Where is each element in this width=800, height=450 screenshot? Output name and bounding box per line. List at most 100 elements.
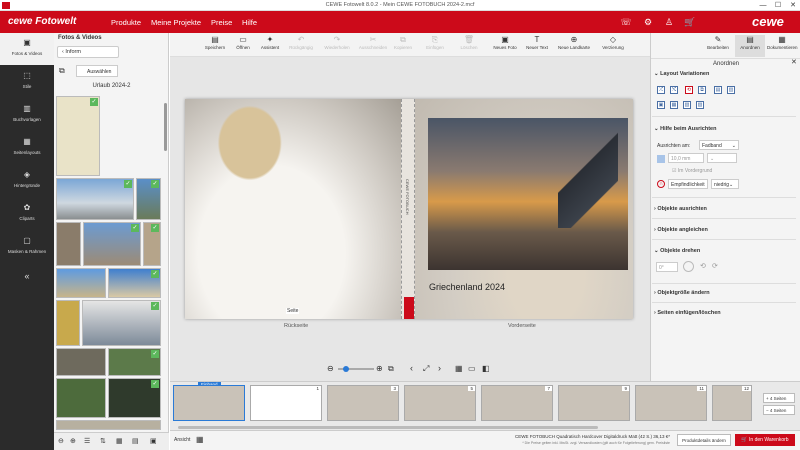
page-thumb[interactable]: 12 [712,385,752,421]
assistant-button[interactable]: ✦ Assistent [255,35,285,50]
ruler-icon[interactable]: ▭ [468,364,476,373]
back-cover-photo[interactable] [185,99,401,319]
photo-thumb[interactable]: ✓ [56,178,134,220]
gear-icon[interactable]: ⚙ [642,16,654,28]
photo-thumb[interactable] [56,300,80,346]
page-thumb[interactable]: 1 [250,385,322,421]
swap-icon[interactable]: ⤭ [670,86,678,94]
menu-produkte[interactable]: Produkte [111,18,141,27]
page-thumb-cover[interactable] [173,385,245,421]
sidebar-item-masks[interactable]: ▢ Masken & Rahmen [0,231,54,263]
sort-icon[interactable]: ⇅ [100,437,106,445]
margin-unit-select[interactable]: ⌄ [707,153,737,163]
menu-hilfe[interactable]: Hilfe [242,18,257,27]
section-align-help[interactable]: ⌄ Hilfe beim Ausrichten [654,126,716,132]
page-thumb[interactable]: 3 [327,385,399,421]
page-thumb[interactable]: 11 [635,385,707,421]
change-product-button[interactable]: Produktdetails ändern [677,434,731,446]
menu-meine-projekte[interactable]: Meine Projekte [151,18,201,27]
section-pages-insert[interactable]: › Seiten einfügen/löschen [654,310,721,316]
sidebar-item-backgrounds[interactable]: ◈ Hintergründe [0,165,54,197]
layout-f-icon[interactable]: ▨ [696,101,704,109]
section-objects-rotate[interactable]: ⌄ Objekte drehen [654,248,700,254]
next-page-icon[interactable]: › [438,363,441,373]
grid-icon[interactable]: ▦ [455,364,463,373]
zoom-slider[interactable] [338,366,374,372]
zoom-in-icon[interactable]: ⊕ [376,364,383,373]
book-spread[interactable]: Seite CEWE FOTOBUCH Griechenland 2024 [185,99,633,319]
copy-layout-icon[interactable]: ⧉ [698,86,706,94]
collapse-sidebar-button[interactable]: « [0,271,54,287]
layers-icon[interactable]: ◧ [482,364,490,373]
photo-thumb[interactable] [56,348,106,376]
fit-icon[interactable]: ⤢ [423,364,429,374]
info-icon[interactable]: ▤ [132,437,139,445]
open-button[interactable]: ▭ Öffnen [228,35,258,50]
photo-thumb[interactable]: ✓ [108,268,161,298]
reset-icon[interactable]: ⟲ [685,86,693,94]
book-spine[interactable]: CEWE FOTOBUCH [401,99,415,319]
new-text-button[interactable]: T Neuer Text [522,35,552,50]
photo-thumb[interactable] [56,378,106,418]
redo-button[interactable]: ↷ Wiederholen [322,35,352,50]
tab-document[interactable]: ▦ Dokumentieren [767,35,798,50]
sidebar-item-styles[interactable]: ⬚ Stile [0,66,54,98]
cart-icon[interactable]: 🛒 [684,16,696,28]
app-logo[interactable]: cewe Fotowelt [8,16,76,27]
new-map-button[interactable]: ⊕ Neue Landkarte [555,35,593,50]
zoom-in-icon[interactable]: ⊕ [70,437,76,445]
tab-arrange[interactable]: ▤ Anordnen [735,35,765,57]
photo-thumb[interactable] [56,420,161,430]
photo-thumb[interactable]: ✓ [143,222,161,266]
photo-thumb[interactable]: ✓ [108,348,161,376]
foreground-checkbox[interactable]: ☑ Im Vordergrund [672,168,712,174]
remove-pages-button[interactable]: − 4 Seiten [763,405,795,415]
zoom-out-icon[interactable]: ⊖ [327,364,334,373]
layout-a-icon[interactable]: ▤ [714,86,722,94]
close-button[interactable]: ✕ [786,1,800,10]
save-button[interactable]: ▤ Speichern [200,35,230,50]
page-thumb[interactable]: 9 [558,385,630,421]
copy-button[interactable]: ⧉ Kopieren [388,35,418,50]
cut-button[interactable]: ✂ Ausschneiden [358,35,388,50]
maximize-button[interactable]: ☐ [771,1,785,10]
add-pages-button[interactable]: + 4 Seiten [763,393,795,403]
photo-thumb[interactable] [56,268,106,298]
front-cover-photo[interactable] [428,118,628,270]
shuffle-icon[interactable]: ⤮ [657,86,665,94]
section-objects-align[interactable]: › Objekte ausrichten [654,206,707,212]
undo-button[interactable]: ↶ Rückgängig [286,35,316,50]
sidebar-item-cliparts[interactable]: ✿ Cliparts [0,198,54,230]
strip-scrollbar[interactable] [178,426,598,429]
menu-preise[interactable]: Preise [211,18,232,27]
paste-button[interactable]: ⎘ Einfügen [420,35,450,50]
rotate-dial[interactable] [683,261,694,272]
page-view-icon[interactable]: ⧉ [388,364,394,374]
user-icon[interactable]: ♙ [663,16,675,28]
add-to-cart-button[interactable]: 🛒 In den Warenkorb [735,434,795,446]
sidebar-item-layouts[interactable]: ▦ Seitenlayouts [0,132,54,164]
cover-title[interactable]: Griechenland 2024 [429,282,505,292]
list-view-icon[interactable]: ☰ [84,437,90,445]
photo-thumb[interactable]: ✓ [56,96,100,176]
layout-d-icon[interactable]: ▦ [670,101,678,109]
tab-edit[interactable]: ✎ Bearbeiten [703,35,733,50]
rotate-input[interactable]: 0° [656,262,678,272]
prev-page-icon[interactable]: ‹ [410,363,413,373]
page-thumb[interactable]: 7 [481,385,553,421]
back-to-folder-button[interactable]: ‹ Inform [57,46,119,58]
margin-input[interactable]: 10,0 mm [668,153,704,163]
section-layout-variations[interactable]: ⌄ Layout Variationen [654,71,709,77]
panel-close-icon[interactable]: ✕ [791,58,797,66]
phone-icon[interactable]: ☏ [620,16,632,28]
snap-select[interactable]: niedrig⌄ [711,179,739,189]
align-to-select[interactable]: Fadband ⌄ [699,140,739,150]
back-cover-small-text[interactable]: Seite [286,308,300,314]
section-objects-match[interactable]: › Objekte angleichen [654,227,708,233]
zoom-slider-handle[interactable] [343,366,349,372]
view-mode-icon[interactable]: ▦ [196,435,204,444]
rotate-right-icon[interactable]: ⟳ [712,262,718,270]
sidebar-item-templates[interactable]: ▥ Buchvorlagen [0,99,54,131]
decoration-button[interactable]: ◇ Verzierung [598,35,628,50]
filter-icon[interactable]: ▦ [116,437,123,445]
